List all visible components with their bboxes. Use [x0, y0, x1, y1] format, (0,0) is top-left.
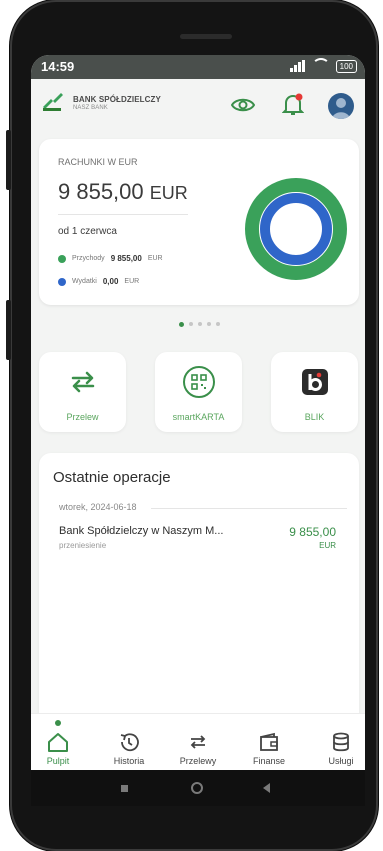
active-indicator: [55, 720, 61, 726]
date-divider: [151, 508, 347, 509]
blik-button[interactable]: BLIK: [271, 352, 358, 432]
expense-value: 0,00: [102, 277, 119, 286]
balance-donut-chart: [245, 178, 347, 280]
wifi-icon: [311, 58, 330, 74]
income-dot-icon: [58, 254, 66, 263]
android-system-nav: [31, 770, 365, 806]
wallet-icon: [260, 732, 278, 751]
legend-expense: Wydatki 0,00 EUR: [58, 277, 139, 286]
balance-currency: EUR: [149, 183, 188, 203]
donut-center: [271, 204, 321, 254]
smartkarta-label: smartKARTA: [172, 412, 225, 422]
blik-icon: [302, 369, 328, 395]
home-icon: [48, 733, 68, 752]
period-label: od 1 czerwca: [58, 226, 117, 237]
database-icon: [333, 732, 349, 752]
nav-uslugi[interactable]: Usługi: [311, 732, 365, 766]
operations-date: wtorek, 2024-06-18: [59, 502, 137, 512]
nav-label: Przelewy: [179, 756, 217, 766]
signal-icon: [289, 60, 306, 72]
user-avatar-icon: [332, 98, 350, 119]
pager-dot[interactable]: [216, 322, 220, 326]
legend-income: Przychody 9 855,00 EUR: [58, 254, 163, 263]
card-pager[interactable]: [179, 321, 220, 327]
status-bar: 14:59 100: [31, 55, 365, 79]
pager-dot[interactable]: [198, 322, 202, 326]
avatar[interactable]: [328, 93, 354, 119]
bank-subtitle: NASZ BANK: [73, 105, 108, 111]
operation-currency: EUR: [319, 541, 336, 550]
pager-dot[interactable]: [207, 322, 211, 326]
operations-title: Ostatnie operacje: [53, 469, 171, 486]
home-button-icon[interactable]: [191, 782, 203, 794]
income-unit: EUR: [147, 255, 163, 262]
income-value: 9 855,00: [110, 254, 142, 263]
nav-label: Finanse: [252, 756, 286, 766]
recent-apps-icon[interactable]: [121, 785, 128, 792]
volume-button: [6, 130, 11, 190]
nav-label: Pulpit: [46, 756, 70, 766]
account-label: RACHUNKI W EUR: [58, 157, 138, 167]
visibility-eye-icon[interactable]: [231, 97, 255, 113]
smartkarta-button[interactable]: smartKARTA: [155, 352, 242, 432]
status-time: 14:59: [41, 59, 75, 74]
operation-name: Bank Spółdzielczy w Naszym M...: [59, 525, 224, 537]
nav-finanse[interactable]: Finanse: [239, 732, 299, 766]
transfer-label: Przelew: [66, 412, 99, 422]
income-label: Przychody: [72, 255, 105, 262]
transfers-icon: [190, 735, 206, 749]
balance-value: 9 855,00: [58, 179, 144, 204]
back-icon[interactable]: [263, 783, 270, 793]
app-header: BANK SPÓŁDZIELCZY NASZ BANK: [31, 79, 365, 133]
nav-historia[interactable]: Historia: [99, 732, 159, 766]
transfer-arrows-icon: [71, 371, 95, 393]
account-card[interactable]: RACHUNKI W EUR 9 855,00 EUR od 1 czerwca…: [39, 139, 359, 305]
nav-przelewy[interactable]: Przelewy: [168, 732, 228, 766]
expense-dot-icon: [58, 277, 66, 286]
pager-dot[interactable]: [179, 321, 184, 327]
expense-label: Wydatki: [72, 278, 97, 285]
expense-unit: EUR: [124, 278, 140, 285]
battery-icon: 100: [335, 59, 357, 73]
pager-dot[interactable]: [189, 322, 193, 326]
bank-name: BANK SPÓŁDZIELCZY NASZ BANK: [73, 95, 161, 111]
power-button: [6, 300, 11, 360]
transfer-button[interactable]: Przelew: [39, 352, 126, 432]
account-balance: 9 855,00 EUR: [58, 179, 188, 205]
nav-label: Usługi: [328, 756, 354, 766]
bank-logo-icon: [43, 93, 63, 111]
bank-name-text: BANK SPÓŁDZIELCZY: [73, 95, 161, 104]
app-screen: 14:59 100 BANK SPÓŁDZIELCZY NASZ BANK RA…: [31, 55, 365, 792]
status-icons: 100: [289, 58, 357, 74]
qr-card-icon: [183, 366, 215, 398]
notification-bell-icon[interactable]: [282, 93, 304, 117]
operation-amount: 9 855,00: [289, 525, 336, 539]
nav-pulpit[interactable]: Pulpit: [31, 732, 88, 766]
nav-label: Historia: [113, 756, 145, 766]
blik-label: BLIK: [304, 412, 325, 422]
operation-type: przeniesienie: [59, 541, 107, 550]
card-divider: [58, 214, 188, 215]
history-icon: [120, 733, 139, 752]
